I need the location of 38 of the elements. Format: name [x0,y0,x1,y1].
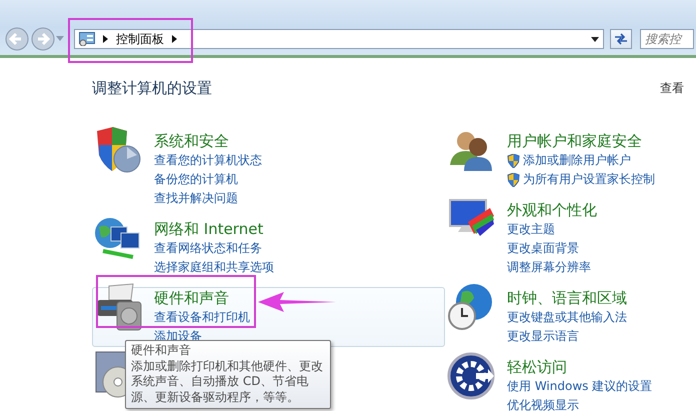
view-by-label: 查看 [660,80,684,97]
tooltip-title: 硬件和声音 [131,343,192,358]
task-link[interactable]: 优化视频显示 [507,396,579,411]
task-link[interactable]: 查看网络状态和任务 [154,239,262,258]
tooltip-text: 添加或删除打印机和其他硬件、更改系统声音、自动播放 CD、节省电源、更新设备驱动程序，等等。 [131,358,324,405]
task-link[interactable]: 选择家庭组和共享选项 [154,258,274,277]
breadcrumb-arrow-icon[interactable] [103,35,108,43]
task-link[interactable]: 调整屏幕分辨率 [507,258,591,277]
category-link[interactable]: 轻松访问 [507,357,567,377]
page-heading: 调整计算机的设置 [92,78,212,98]
category-link[interactable]: 硬件和声音 [154,288,229,308]
control-panel-icon [79,32,95,46]
category-link[interactable]: 系统和安全 [154,131,229,151]
category-link[interactable]: 用户帐户和家庭安全 [507,131,642,151]
dropdown-caret-icon[interactable] [591,36,599,42]
address-bar[interactable]: 控制面板 [74,29,604,49]
task-link[interactable]: 查看您的计算机状态 [154,151,262,170]
task-link[interactable]: 更改主题 [507,220,555,239]
category-link[interactable]: 网络和 Internet [154,219,264,239]
refresh-icon [614,33,628,45]
breadcrumb-item[interactable]: 控制面板 [116,30,164,48]
refresh-button[interactable] [610,29,632,49]
task-link[interactable]: 更改桌面背景 [507,239,579,258]
task-link[interactable]: 查找并解决问题 [154,189,238,208]
task-link[interactable]: 为所有用户设置家长控制 [523,170,655,189]
task-link[interactable]: 更改键盘或其他输入法 [507,308,627,327]
back-icon[interactable] [4,27,30,51]
task-link[interactable]: 备份您的计算机 [154,170,238,189]
task-link[interactable]: 使用 Windows 建议的设置 [507,377,652,396]
task-link[interactable]: 更改显示语言 [507,327,579,346]
task-link[interactable]: 查看设备和打印机 [154,308,250,327]
search-field[interactable]: 搜索控 [640,29,694,49]
accessibility-icon[interactable] [446,351,496,401]
category-link[interactable]: 外观和个性化 [507,200,597,220]
breadcrumb-arrow-icon[interactable] [172,35,177,43]
forward-icon[interactable] [30,27,56,51]
category-link[interactable]: 时钟、语言和区域 [507,288,627,308]
task-link[interactable]: 添加或删除用户帐户 [523,151,631,170]
